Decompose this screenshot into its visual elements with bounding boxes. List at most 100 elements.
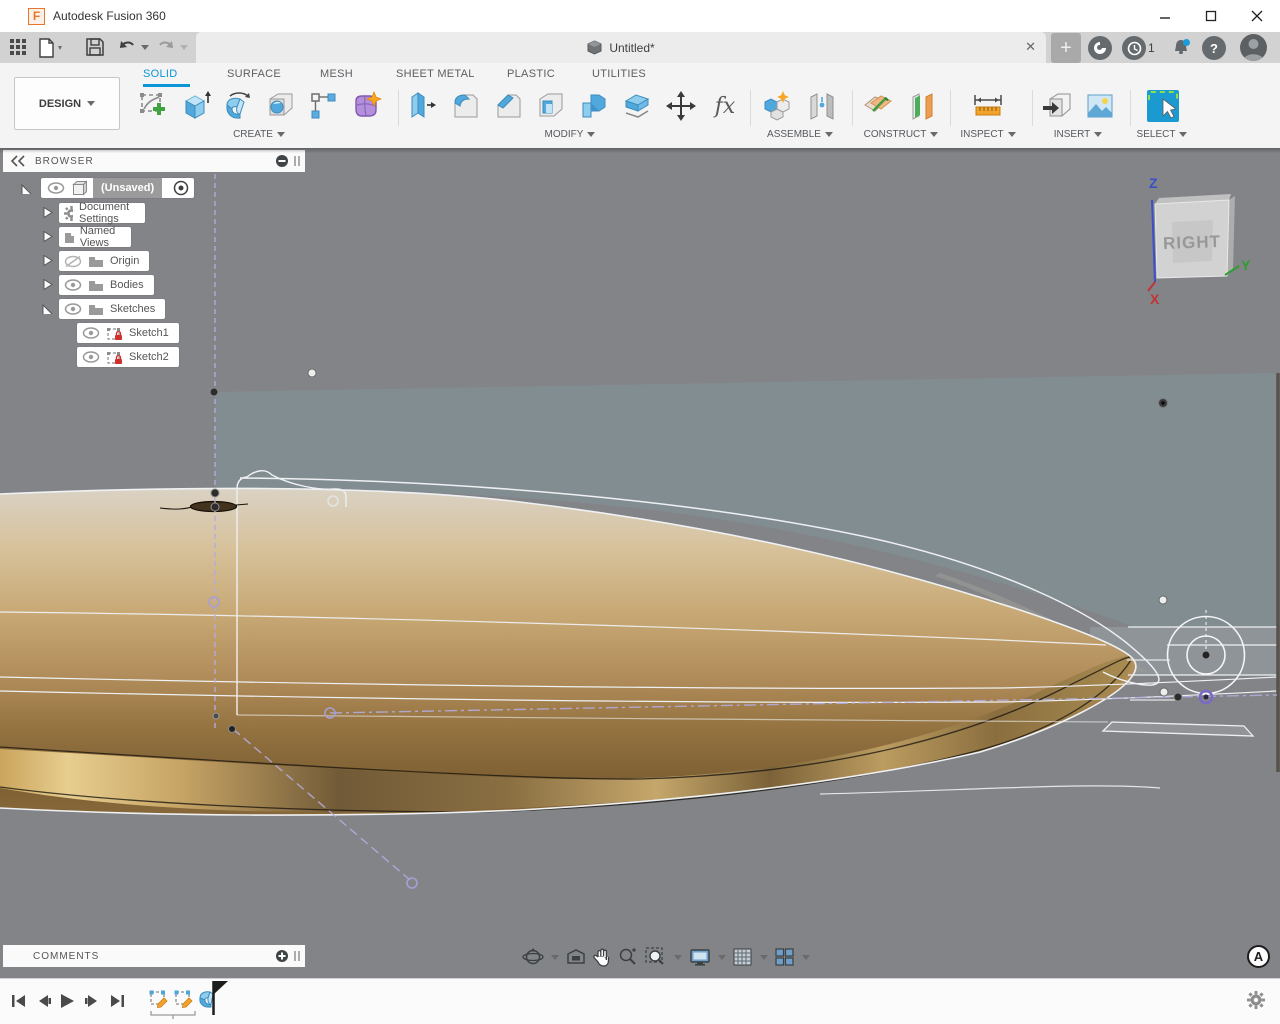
joint-button[interactable]	[802, 86, 842, 126]
browser-root-row[interactable]: (Unsaved)	[41, 178, 194, 198]
timeline-playhead[interactable]	[210, 981, 230, 1017]
eye-icon[interactable]	[64, 279, 82, 291]
fillet-button[interactable]	[446, 86, 486, 126]
press-pull-button[interactable]	[401, 86, 441, 126]
browser-item-sketch2[interactable]: Sketch2	[77, 347, 179, 367]
add-comment-icon[interactable]	[275, 949, 289, 963]
insert-derive-button[interactable]	[1037, 86, 1077, 126]
browser-item-document-settings[interactable]: Document Settings	[59, 203, 145, 223]
hole-button[interactable]	[261, 86, 301, 126]
chevron-down-icon[interactable]	[551, 955, 559, 960]
hide-panel-icon[interactable]	[275, 154, 289, 168]
group-label-assemble[interactable]: ASSEMBLE	[758, 129, 842, 140]
save-icon[interactable]	[86, 38, 106, 58]
offset-plane-button[interactable]	[902, 86, 942, 126]
minimize-button[interactable]	[1142, 0, 1188, 32]
tab-surface[interactable]: SURFACE	[227, 68, 281, 80]
change-parameters-button[interactable]: fx	[705, 86, 745, 126]
create-form-button[interactable]	[346, 86, 386, 126]
panel-grip-icon[interactable]	[292, 154, 302, 168]
timeline-settings-gear-icon[interactable]	[1246, 990, 1266, 1010]
eye-off-icon[interactable]	[64, 255, 82, 268]
close-button[interactable]	[1234, 0, 1280, 32]
group-label-select[interactable]: SELECT	[1124, 129, 1200, 140]
construct-plane-button[interactable]	[858, 86, 898, 126]
app-grid-icon[interactable]	[9, 38, 29, 58]
browser-item-sketch1[interactable]: Sketch1	[77, 323, 179, 343]
pan-icon[interactable]	[593, 948, 611, 967]
browser-item-sketches[interactable]: Sketches	[59, 299, 165, 319]
select-button[interactable]	[1143, 86, 1183, 126]
browser-item-named-views[interactable]: Named Views	[59, 227, 131, 247]
group-label-create[interactable]: CREATE	[219, 129, 299, 140]
move-copy-button[interactable]	[661, 86, 701, 126]
new-tab-button[interactable]: +	[1051, 33, 1081, 63]
timeline-feature-sketch2[interactable]	[171, 985, 195, 1011]
measure-button[interactable]	[968, 86, 1008, 126]
group-label-insert[interactable]: INSERT	[1040, 129, 1116, 140]
tab-plastic[interactable]: PLASTIC	[507, 68, 555, 80]
file-menu-icon[interactable]	[38, 38, 58, 58]
eye-icon[interactable]	[47, 182, 65, 194]
assistant-button[interactable]: A	[1247, 945, 1270, 968]
timeline-play-button[interactable]	[56, 990, 78, 1012]
help-icon[interactable]: ?	[1202, 36, 1226, 60]
panel-grip-icon[interactable]	[292, 949, 302, 963]
timeline-go-end-button[interactable]	[106, 990, 128, 1012]
redo-icon[interactable]	[156, 38, 190, 58]
chevron-down-icon[interactable]	[802, 955, 810, 960]
extrude-button[interactable]	[176, 86, 216, 126]
activate-radio-icon[interactable]	[168, 180, 194, 196]
timeline-step-back-button[interactable]	[33, 990, 55, 1012]
combine-button[interactable]	[574, 86, 614, 126]
create-sketch-button[interactable]	[133, 86, 173, 126]
maximize-button[interactable]	[1188, 0, 1234, 32]
tab-close-icon[interactable]: ✕	[1025, 39, 1036, 55]
new-component-button[interactable]	[756, 86, 796, 126]
grid-settings-icon[interactable]	[733, 948, 753, 967]
rectangular-pattern-button[interactable]	[303, 86, 343, 126]
view-cube[interactable]: RIGHT Z X Y	[1125, 170, 1260, 310]
chevron-down-icon[interactable]	[760, 955, 768, 960]
document-tab[interactable]: Untitled* ✕	[196, 32, 1046, 63]
collapse-panel-icon[interactable]	[9, 155, 31, 167]
eye-icon[interactable]	[64, 303, 82, 315]
expander-open-icon[interactable]	[20, 182, 32, 194]
fit-icon[interactable]	[645, 947, 667, 967]
eye-icon[interactable]	[82, 327, 100, 339]
revolve-button[interactable]	[219, 86, 259, 126]
canvas-button[interactable]	[1080, 86, 1120, 126]
group-label-construct[interactable]: CONSTRUCT	[856, 129, 946, 140]
expander-closed-icon[interactable]	[42, 206, 54, 218]
viewcube-face-label[interactable]: RIGHT	[1163, 232, 1222, 253]
workspace-selector[interactable]: DESIGN	[14, 77, 120, 130]
expander-closed-icon[interactable]	[42, 278, 54, 290]
expander-closed-icon[interactable]	[42, 230, 54, 242]
group-label-inspect[interactable]: INSPECT	[948, 129, 1028, 140]
offset-face-button[interactable]	[617, 86, 657, 126]
tab-utilities[interactable]: UTILITIES	[592, 68, 646, 80]
expander-closed-icon[interactable]	[42, 254, 54, 266]
viewport-canvas[interactable]	[0, 148, 1280, 978]
expander-open-icon[interactable]	[41, 302, 53, 314]
extensions-icon[interactable]	[1088, 36, 1112, 60]
shell-button[interactable]	[531, 86, 571, 126]
eye-icon[interactable]	[82, 351, 100, 363]
group-label-modify[interactable]: MODIFY	[530, 129, 610, 140]
avatar[interactable]	[1240, 34, 1267, 61]
zoom-icon[interactable]	[618, 947, 638, 967]
timeline-feature-sketch1[interactable]	[146, 985, 170, 1011]
browser-item-bodies[interactable]: Bodies	[59, 275, 154, 295]
orbit-icon[interactable]	[522, 947, 544, 967]
timeline-step-forward-button[interactable]	[81, 990, 103, 1012]
timeline-go-start-button[interactable]	[8, 990, 30, 1012]
notifications-bell-icon[interactable]	[1169, 36, 1193, 60]
undo-icon[interactable]	[117, 38, 151, 58]
look-at-icon[interactable]	[566, 948, 586, 966]
comments-bar[interactable]: COMMENTS	[3, 945, 305, 967]
tab-mesh[interactable]: MESH	[320, 68, 353, 80]
chevron-down-icon[interactable]	[674, 955, 682, 960]
viewports-icon[interactable]	[775, 948, 795, 967]
chevron-down-icon[interactable]	[718, 955, 726, 960]
tab-sheet-metal[interactable]: SHEET METAL	[396, 68, 475, 80]
